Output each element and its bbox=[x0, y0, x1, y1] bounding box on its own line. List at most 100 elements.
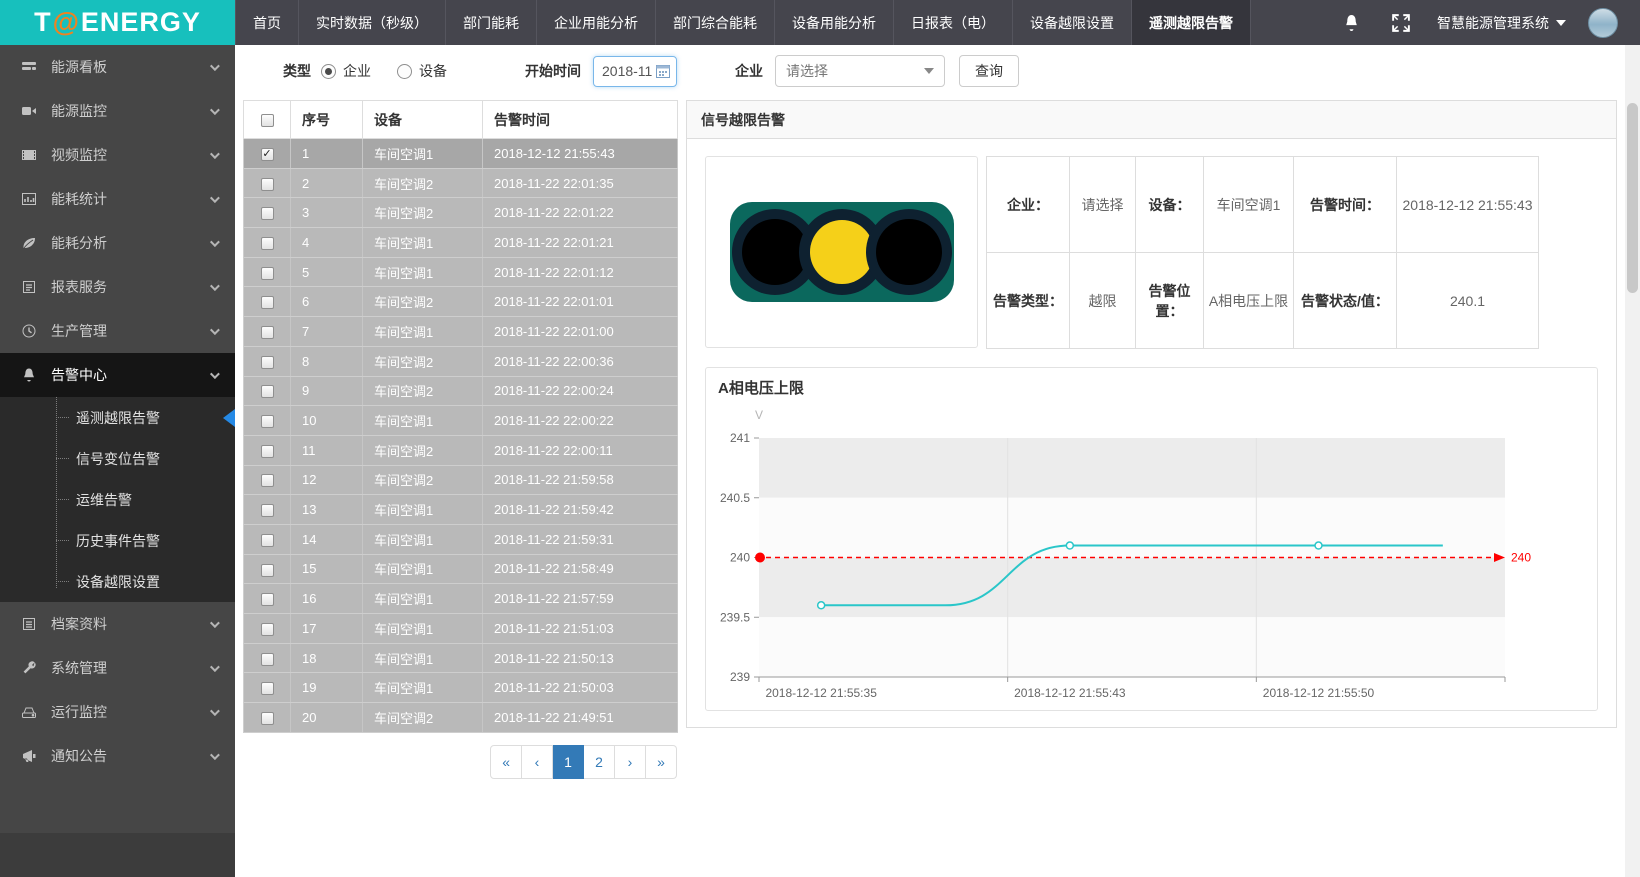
sidebar-item-report-service[interactable]: 报表服务 bbox=[0, 265, 235, 309]
sidebar-item-energy-stats[interactable]: 能耗统计 bbox=[0, 177, 235, 221]
sidebar-item-energy-analysis[interactable]: 能耗分析 bbox=[0, 221, 235, 265]
row-checkbox[interactable] bbox=[261, 445, 274, 458]
column-header-no: 序号 bbox=[291, 101, 363, 139]
sidebar-item-archives[interactable]: 档案资料 bbox=[0, 602, 235, 646]
svg-text:2018-12-12 21:55:43: 2018-12-12 21:55:43 bbox=[1014, 686, 1126, 700]
cell-device: 车间空调2 bbox=[363, 168, 483, 198]
nav-item-device-limit-settings[interactable]: 设备越限设置 bbox=[1013, 0, 1132, 45]
sidebar-item-video-monitor[interactable]: 视频监控 bbox=[0, 133, 235, 177]
pagination: «‹12›» bbox=[243, 745, 677, 779]
notification-bell-icon[interactable] bbox=[1341, 13, 1361, 33]
row-checkbox[interactable] bbox=[261, 474, 274, 487]
cell-device: 车间空调1 bbox=[363, 524, 483, 554]
page-button-last[interactable]: » bbox=[646, 745, 677, 779]
sidebar-item-energy-dashboard[interactable]: 能源看板 bbox=[0, 45, 235, 89]
sidebar-subitem-ops-alarm[interactable]: 运维告警 bbox=[0, 479, 235, 520]
page-button-next[interactable]: › bbox=[615, 745, 646, 779]
cell-no: 9 bbox=[291, 376, 363, 406]
sidebar-subitem-history-event-alarm[interactable]: 历史事件告警 bbox=[0, 520, 235, 561]
page-button-2[interactable]: 2 bbox=[584, 745, 615, 779]
nav-item-telemetry-overlimit-alarm[interactable]: 遥测越限告警 bbox=[1132, 0, 1251, 45]
table-row: 8车间空调22018-11-22 22:00:36 bbox=[244, 346, 678, 376]
system-title-dropdown[interactable]: 智慧能源管理系统 bbox=[1437, 13, 1566, 33]
row-checkbox[interactable] bbox=[261, 682, 274, 695]
header: T@ENERGY 首页实时数据（秒级）部门能耗企业用能分析部门综合能耗设备用能分… bbox=[0, 0, 1640, 45]
row-checkbox[interactable] bbox=[261, 534, 274, 547]
row-checkbox[interactable] bbox=[261, 385, 274, 398]
megaphone-icon bbox=[20, 748, 37, 765]
row-checkbox[interactable] bbox=[261, 623, 274, 636]
sidebar-item-alarm-center[interactable]: 告警中心 bbox=[0, 353, 235, 397]
nav-item-dept-comprehensive[interactable]: 部门综合能耗 bbox=[656, 0, 775, 45]
page-button-1[interactable]: 1 bbox=[553, 745, 584, 779]
row-checkbox[interactable] bbox=[261, 653, 274, 666]
sidebar-item-production-mgmt[interactable]: 生产管理 bbox=[0, 309, 235, 353]
nav-item-dept-energy[interactable]: 部门能耗 bbox=[446, 0, 537, 45]
query-button[interactable]: 查询 bbox=[959, 55, 1019, 87]
sidebar-subitem-telemetry-overlimit-alarm[interactable]: 遥测越限告警 bbox=[0, 397, 235, 438]
cell-no: 5 bbox=[291, 257, 363, 287]
cell-time: 2018-11-22 21:59:42 bbox=[483, 495, 678, 525]
sidebar-item-energy-monitor[interactable]: 能源监控 bbox=[0, 89, 235, 133]
row-checkbox[interactable] bbox=[261, 296, 274, 309]
cell-time: 2018-11-22 22:01:00 bbox=[483, 317, 678, 347]
cell-no: 2 bbox=[291, 168, 363, 198]
row-checkbox[interactable] bbox=[261, 504, 274, 517]
radio-enterprise[interactable] bbox=[321, 64, 336, 79]
sidebar-item-label: 告警中心 bbox=[51, 365, 107, 385]
hdd-icon bbox=[20, 704, 37, 721]
sidebar-item-run-monitor[interactable]: 运行监控 bbox=[0, 690, 235, 734]
chevron-down-icon bbox=[210, 105, 220, 115]
app: { "colors": { "brand_teal": "#17c0bd", "… bbox=[0, 0, 1640, 877]
voltage-chart: 241240.5240239.52392018-12-12 21:55:3520… bbox=[718, 403, 1533, 703]
enterprise-select[interactable]: 请选择 bbox=[775, 55, 945, 87]
sidebar-footer bbox=[0, 833, 235, 877]
sidebar-item-label: 生产管理 bbox=[51, 321, 107, 341]
row-checkbox[interactable] bbox=[261, 564, 274, 577]
page-button-first[interactable]: « bbox=[490, 745, 522, 779]
scrollbar-thumb[interactable] bbox=[1627, 103, 1638, 293]
row-checkbox[interactable] bbox=[261, 326, 274, 339]
row-checkbox[interactable] bbox=[261, 148, 274, 161]
enterprise-label: 企业 bbox=[735, 61, 763, 81]
row-checkbox[interactable] bbox=[261, 237, 274, 250]
user-avatar[interactable] bbox=[1588, 8, 1618, 38]
cell-no: 19 bbox=[291, 673, 363, 703]
nav-item-device-analysis[interactable]: 设备用能分析 bbox=[775, 0, 894, 45]
cell-device: 车间空调1 bbox=[363, 495, 483, 525]
nav-item-home[interactable]: 首页 bbox=[235, 0, 299, 45]
nav-item-realtime-data[interactable]: 实时数据（秒级） bbox=[299, 0, 446, 45]
cell-device: 车间空调1 bbox=[363, 614, 483, 644]
sidebar-item-system-mgmt[interactable]: 系统管理 bbox=[0, 646, 235, 690]
start-time-input[interactable]: 2018-11 bbox=[593, 56, 677, 87]
page-button-prev[interactable]: ‹ bbox=[522, 745, 553, 779]
vertical-scrollbar[interactable] bbox=[1625, 45, 1640, 877]
cell-device: 车间空调2 bbox=[363, 346, 483, 376]
cell-no: 12 bbox=[291, 465, 363, 495]
table-row: 6车间空调22018-11-22 22:01:01 bbox=[244, 287, 678, 317]
cell-no: 11 bbox=[291, 435, 363, 465]
select-all-checkbox[interactable] bbox=[261, 114, 274, 127]
cell-time: 2018-12-12 21:55:43 bbox=[483, 139, 678, 169]
fullscreen-icon[interactable] bbox=[1391, 13, 1411, 33]
radio-device[interactable] bbox=[397, 64, 412, 79]
row-checkbox[interactable] bbox=[261, 207, 274, 220]
row-checkbox[interactable] bbox=[261, 356, 274, 369]
row-checkbox[interactable] bbox=[261, 267, 274, 280]
table-row: 15车间空调12018-11-22 21:58:49 bbox=[244, 554, 678, 584]
row-checkbox[interactable] bbox=[261, 415, 274, 428]
nav-item-enterprise-analysis[interactable]: 企业用能分析 bbox=[537, 0, 656, 45]
row-checkbox[interactable] bbox=[261, 178, 274, 191]
cell-time: 2018-11-22 22:01:01 bbox=[483, 287, 678, 317]
nav-item-daily-report-electric[interactable]: 日报表（电） bbox=[894, 0, 1013, 45]
cell-time: 2018-11-22 21:51:03 bbox=[483, 614, 678, 644]
table-row: 19车间空调12018-11-22 21:50:03 bbox=[244, 673, 678, 703]
row-checkbox[interactable] bbox=[261, 712, 274, 725]
detail-value: 240.1 bbox=[1397, 253, 1539, 349]
detail-value: 请选择 bbox=[1070, 157, 1136, 253]
sidebar-subitem-device-limit-settings[interactable]: 设备越限设置 bbox=[0, 561, 235, 602]
row-checkbox[interactable] bbox=[261, 593, 274, 606]
sidebar-subitem-signal-change-alarm[interactable]: 信号变位告警 bbox=[0, 438, 235, 479]
calendar-icon[interactable] bbox=[656, 64, 670, 78]
sidebar-item-notice[interactable]: 通知公告 bbox=[0, 734, 235, 778]
